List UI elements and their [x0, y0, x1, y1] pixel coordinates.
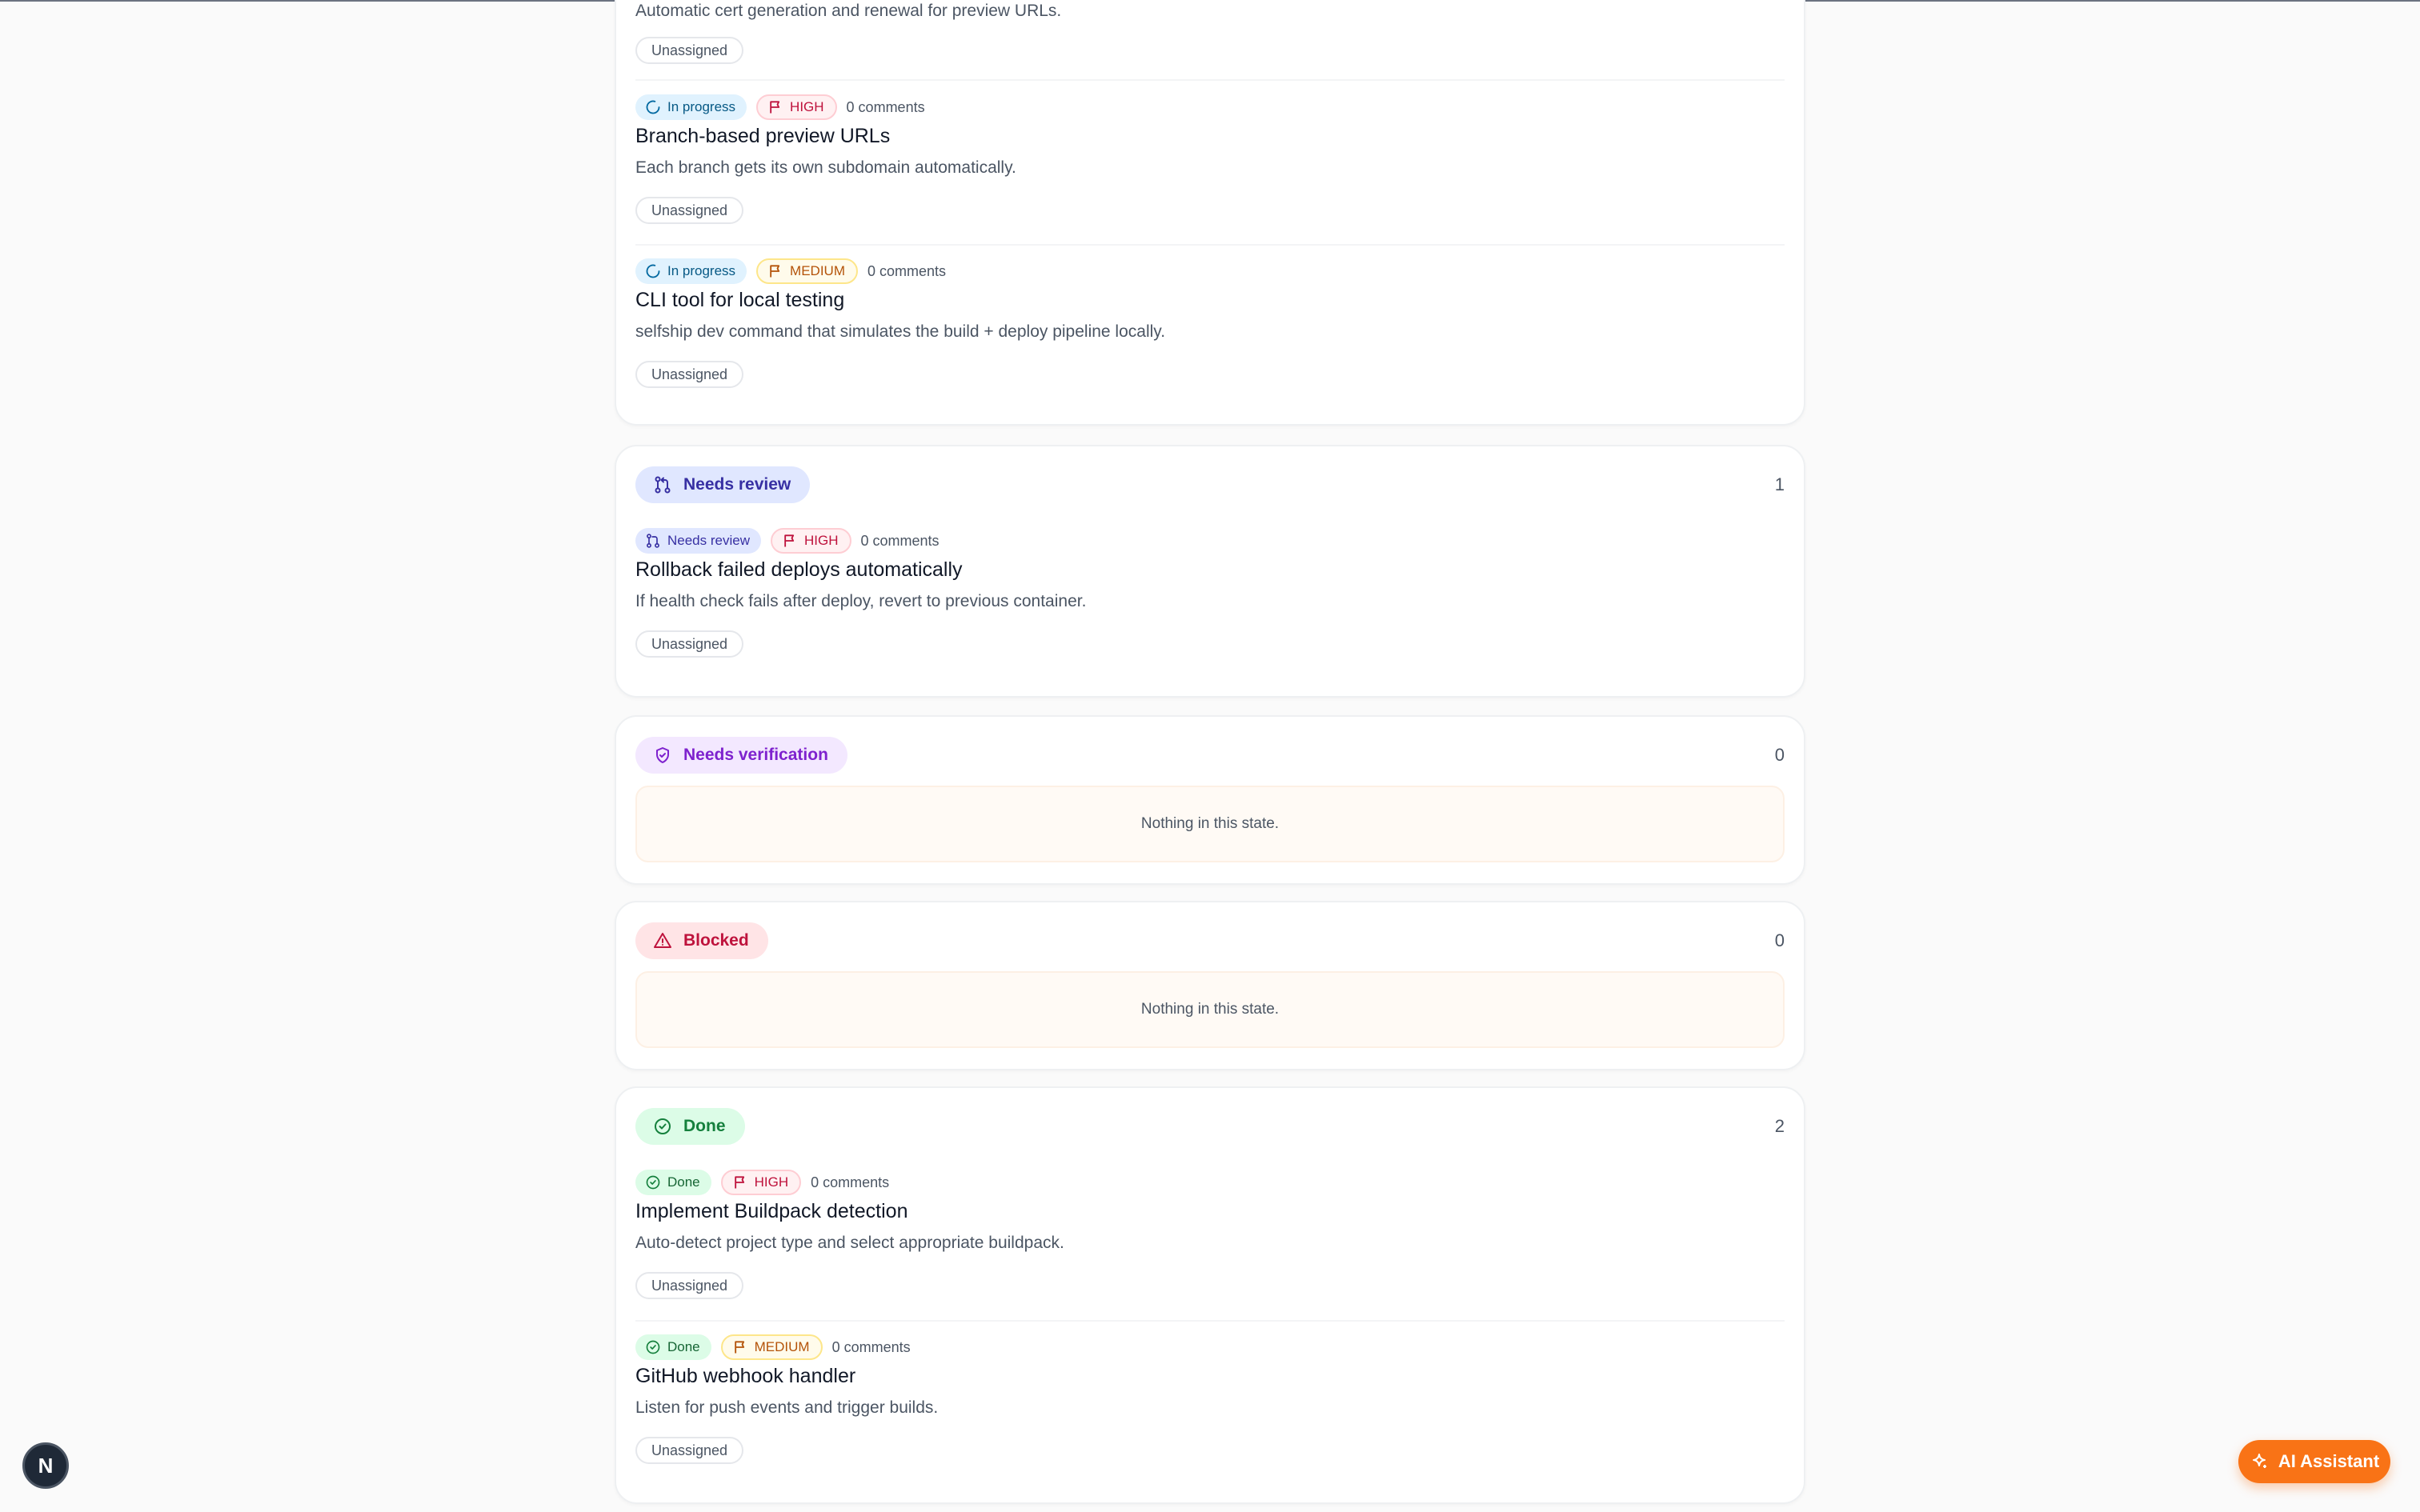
issue-description: If health check fails after deploy, reve…: [635, 592, 1087, 610]
flag-icon: [734, 1341, 744, 1354]
status-badge: In progress: [635, 258, 747, 284]
assignee-pill[interactable]: Unassigned: [635, 361, 744, 388]
comment-count: 0 comments: [867, 262, 947, 279]
issue-divider: [635, 1320, 1785, 1322]
section-status-pill: Done: [635, 1108, 745, 1145]
git-pull-request-icon: [655, 476, 671, 494]
check-circle-icon: [646, 1340, 660, 1354]
status-badge: In progress: [635, 94, 747, 120]
dev-tools-letter: N: [38, 1453, 54, 1478]
section-header: Done 2: [635, 1108, 1785, 1145]
section-status-pill: Needs verification: [635, 737, 847, 774]
flag-icon: [784, 534, 795, 547]
issue-description: Listen for push events and trigger build…: [635, 1398, 939, 1417]
ai-assistant-label: AI Assistant: [2278, 1451, 2380, 1471]
section-done: Done 2 Done HIGH 0 comments Implement Bu…: [615, 1086, 1805, 1504]
issue-divider: [635, 244, 1785, 246]
alert-triangle-icon: [654, 933, 671, 948]
section-count: 2: [1774, 1116, 1785, 1136]
section-status-pill: Needs review: [635, 466, 811, 503]
issue-description: Automatic cert generation and renewal fo…: [635, 2, 1062, 20]
status-badge: Done: [635, 1170, 711, 1195]
section-header: Needs verification 0: [635, 737, 1785, 774]
ai-assistant-button[interactable]: AI Assistant: [2238, 1440, 2390, 1483]
section-in-progress: Automatic cert generation and renewal fo…: [615, 0, 1805, 426]
priority-badge: HIGH: [756, 94, 837, 120]
flag-icon: [734, 1176, 744, 1189]
issue-title[interactable]: Rollback failed deploys automatically: [635, 558, 963, 582]
priority-badge: HIGH: [720, 1170, 802, 1195]
assignee-pill[interactable]: Unassigned: [635, 630, 744, 658]
check-circle-icon: [655, 1118, 671, 1134]
git-pull-request-icon: [647, 534, 659, 548]
issue-description: Each branch gets its own subdomain autom…: [635, 158, 1016, 177]
issue-description: selfship dev command that simulates the …: [635, 322, 1166, 341]
status-badge: Needs review: [635, 528, 761, 554]
issue-title[interactable]: GitHub webhook handler: [635, 1365, 855, 1388]
section-header: Blocked 0: [635, 922, 1785, 959]
dev-tools-badge[interactable]: N: [22, 1442, 69, 1489]
issue-title[interactable]: CLI tool for local testing: [635, 289, 844, 312]
flag-icon: [770, 101, 780, 114]
assignee-pill[interactable]: Unassigned: [635, 1272, 744, 1299]
loader-icon: [646, 100, 660, 114]
section-header: Needs review 1: [635, 466, 1785, 503]
assignee-pill[interactable]: Unassigned: [635, 1437, 744, 1464]
assignee-pill[interactable]: Unassigned: [635, 197, 744, 224]
priority-badge: MEDIUM: [756, 258, 858, 284]
section-needs-review: Needs review 1 Needs review HIGH 0 comme…: [615, 445, 1805, 698]
issue-title[interactable]: Branch-based preview URLs: [635, 125, 890, 148]
priority-badge: MEDIUM: [720, 1334, 823, 1360]
shield-check-icon: [656, 747, 669, 763]
flag-icon: [770, 265, 780, 278]
issue-divider: [635, 79, 1785, 81]
section-count: 0: [1774, 930, 1785, 950]
loader-icon: [646, 264, 660, 278]
issue-title[interactable]: Implement Buildpack detection: [635, 1200, 908, 1223]
check-circle-icon: [646, 1175, 660, 1190]
issue-description: Auto-detect project type and select appr…: [635, 1234, 1064, 1252]
empty-state: Nothing in this state.: [635, 971, 1785, 1048]
section-needs-verification: Needs verification 0 Nothing in this sta…: [615, 715, 1805, 885]
section-count: 1: [1774, 474, 1785, 494]
section-status-pill: Blocked: [635, 922, 768, 959]
priority-badge: HIGH: [771, 528, 851, 554]
assignee-pill[interactable]: Unassigned: [635, 37, 744, 64]
comment-count: 0 comments: [811, 1174, 890, 1190]
comment-count: 0 comments: [846, 98, 925, 115]
status-badge: Done: [635, 1334, 711, 1360]
comment-count: 0 comments: [860, 532, 940, 549]
comment-count: 0 comments: [831, 1338, 911, 1355]
empty-state: Nothing in this state.: [635, 786, 1785, 862]
section-blocked: Blocked 0 Nothing in this state.: [615, 901, 1805, 1070]
sparkle-icon: [2252, 1454, 2266, 1468]
section-count: 0: [1774, 745, 1785, 765]
